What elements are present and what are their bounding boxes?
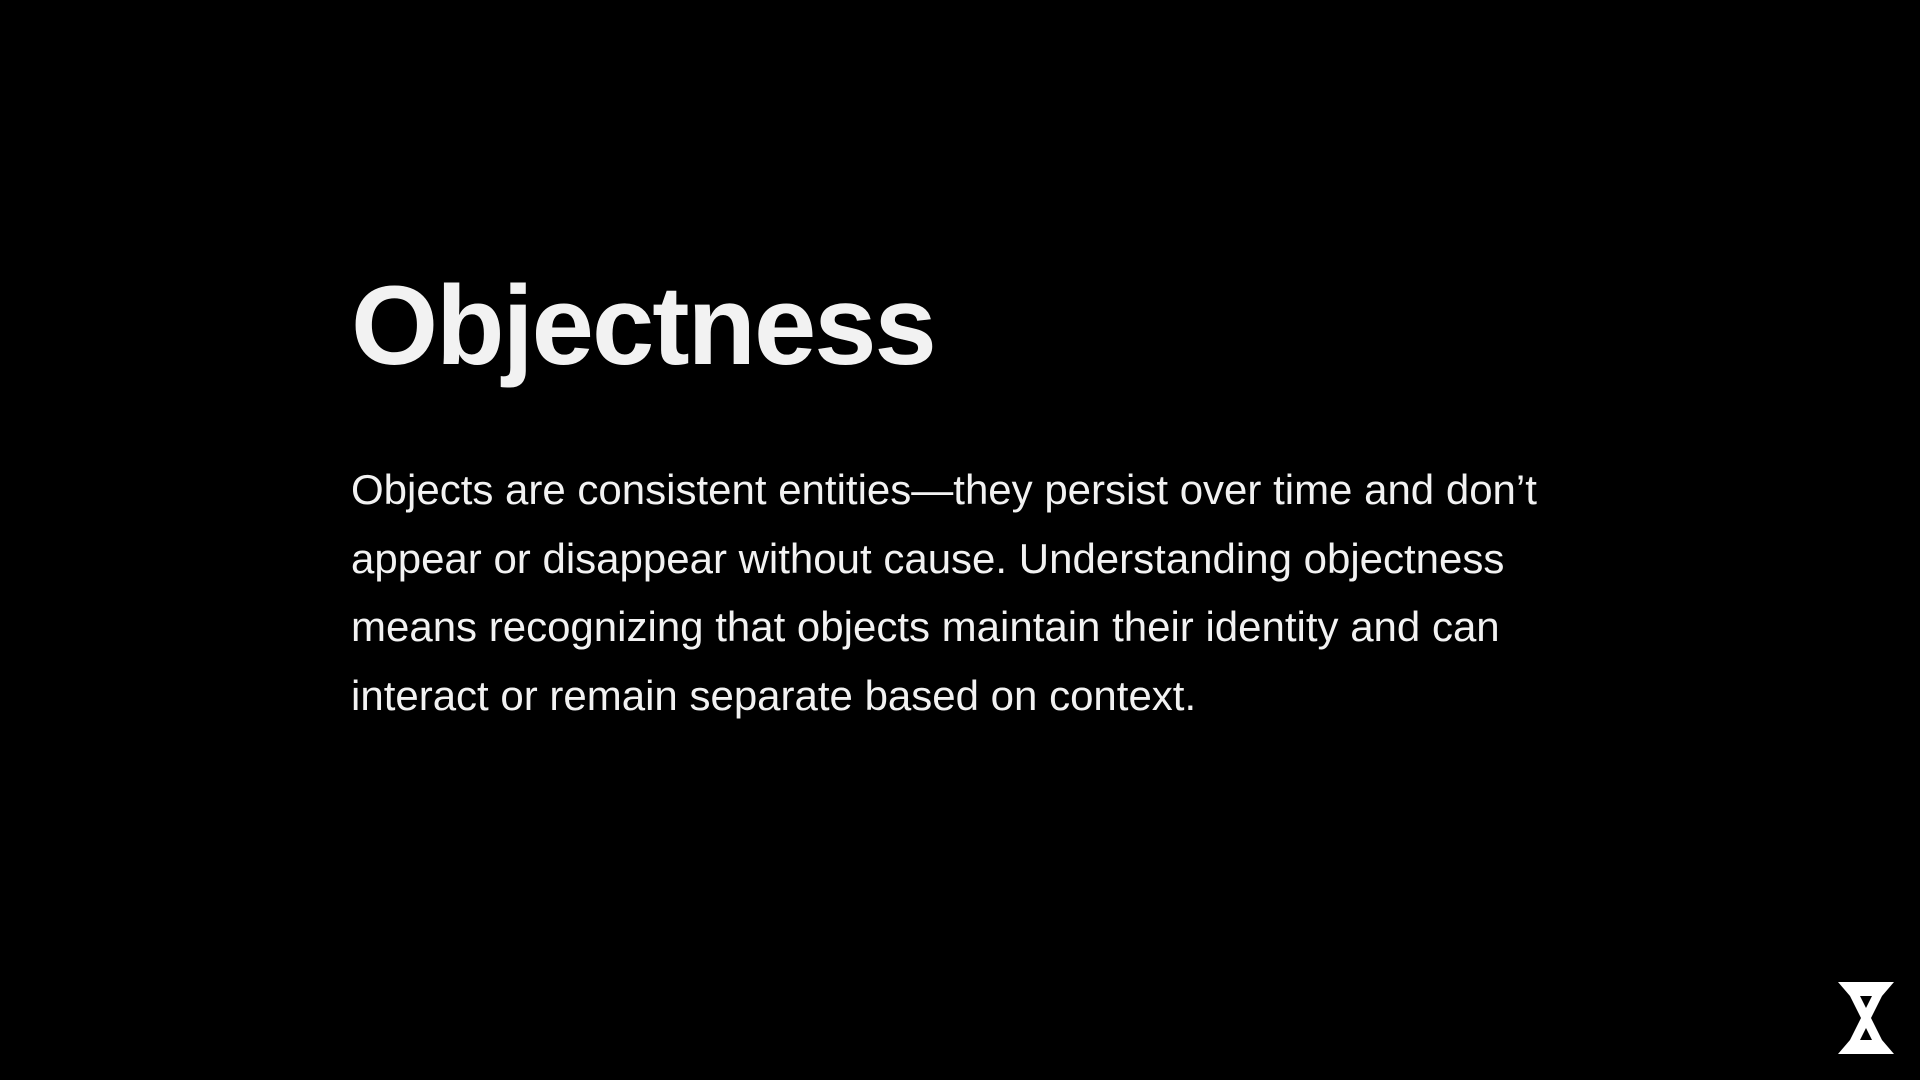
slide-content: Objectness Objects are consistent entiti… xyxy=(351,258,1591,730)
hourglass-x-logo-icon xyxy=(1836,980,1896,1056)
slide-title: Objectness xyxy=(351,263,937,388)
slide: Objectness Objects are consistent entiti… xyxy=(0,0,1920,1080)
slide-body-text: Objects are consistent entities—they per… xyxy=(351,466,1537,719)
